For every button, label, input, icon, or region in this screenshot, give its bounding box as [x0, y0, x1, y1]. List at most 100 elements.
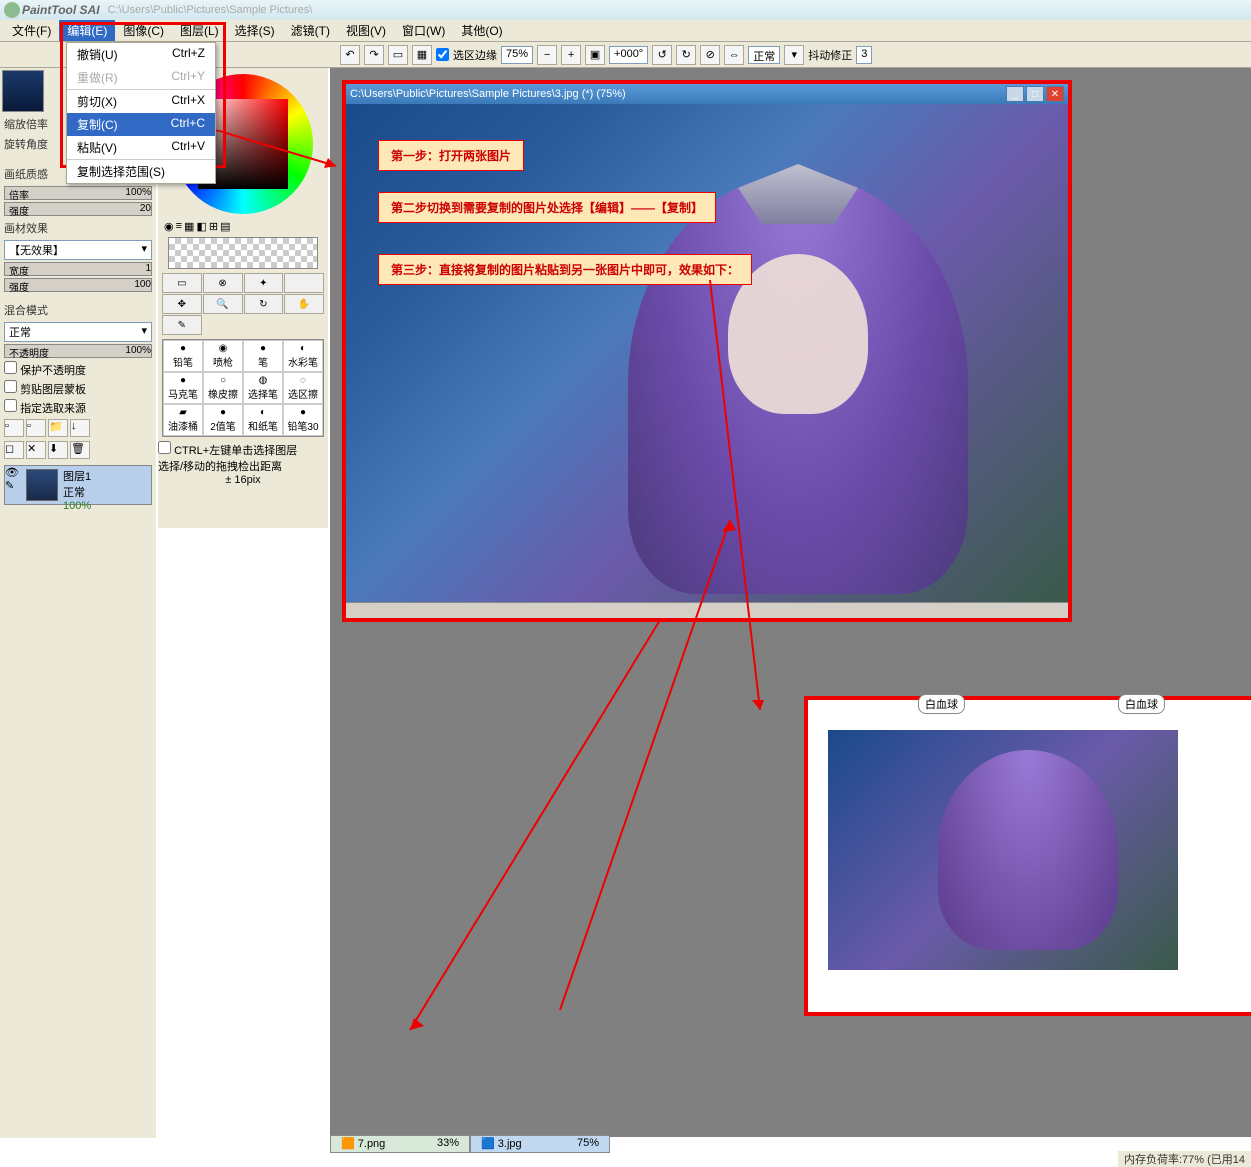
brush-pencil30[interactable]: ●铅笔30 [283, 404, 323, 436]
new-linework-button[interactable]: ▫ [26, 419, 46, 437]
blend-toggle-button[interactable]: ▾ [784, 45, 804, 65]
width-slider[interactable]: 宽度1 [4, 262, 152, 276]
brush-washi[interactable]: ◐和纸笔 [243, 404, 283, 436]
rotate-ccw-button[interactable]: ↺ [652, 45, 672, 65]
angle-field[interactable]: +000° [609, 46, 648, 64]
redo-button[interactable]: ↷ [364, 45, 384, 65]
swatch-area[interactable] [168, 237, 318, 269]
blank-tool [284, 273, 324, 293]
opacity-slider[interactable]: 不透明度100% [4, 344, 152, 358]
navigator-thumb[interactable] [2, 70, 44, 112]
flip-h-button[interactable]: ⇔ [724, 45, 744, 65]
scale-slider[interactable]: 倍率100% [4, 186, 152, 200]
brush-eraser[interactable]: ○橡皮擦 [203, 372, 243, 404]
minimize-button[interactable]: _ [1006, 86, 1024, 102]
hsv-icon[interactable]: ▦ [184, 220, 194, 233]
chevron-down-icon: ▾ [141, 242, 147, 258]
brush-watercolor[interactable]: ◐水彩笔 [283, 340, 323, 372]
title-path: C:\Users\Public\Pictures\Sample Pictures… [108, 4, 313, 16]
undo-button[interactable]: ↶ [340, 45, 360, 65]
brush-bucket[interactable]: ▰油漆桶 [163, 404, 203, 436]
clear-button[interactable]: ✕ [26, 441, 46, 459]
jitter-field[interactable]: 3 [856, 46, 872, 64]
deselect-button[interactable]: ▭ [388, 45, 408, 65]
strength2-slider[interactable]: 强度100 [4, 278, 152, 292]
rgb-icon[interactable]: ≡ [176, 220, 182, 233]
ctrl-click-checkbox[interactable]: CTRL+左键单击选择图层 [158, 441, 328, 458]
menu-view[interactable]: 视图(V) [338, 20, 394, 41]
mixer-icon[interactable]: ◧ [196, 220, 206, 233]
new-layer-button[interactable]: ▫ [4, 419, 24, 437]
tab-7png[interactable]: 🟧 7.png33% [330, 1135, 470, 1153]
strength-slider[interactable]: 强度20 [4, 202, 152, 216]
sel-edge-checkbox[interactable] [436, 48, 449, 61]
eye-icon[interactable]: 👁 [5, 466, 23, 479]
swatch-icon[interactable]: ⊞ [209, 220, 218, 233]
brush-binary[interactable]: ●2值笔 [203, 404, 243, 436]
brush-marker[interactable]: ●马克笔 [163, 372, 203, 404]
color-mode-icon[interactable]: ◉ [164, 220, 174, 233]
step-1-annotation: 第一步：打开两张图片 [378, 140, 524, 171]
menu-file[interactable]: 文件(F) [4, 20, 59, 41]
marquee-tool[interactable]: ▭ [162, 273, 202, 293]
picker-tool[interactable]: ✎ [162, 315, 202, 335]
delete-layer-button[interactable]: 🗑 [70, 441, 90, 459]
zoom-field[interactable]: 75% [501, 46, 533, 64]
maximize-button[interactable]: □ [1026, 86, 1044, 102]
menu-cut[interactable]: 剪切(X)Ctrl+X [67, 89, 215, 113]
brush-selpen[interactable]: ◍选择笔 [243, 372, 283, 404]
menu-undo[interactable]: 撤销(U)Ctrl+Z [67, 43, 215, 66]
title-bar: PaintTool SAI C:\Users\Public\Pictures\S… [0, 0, 1251, 20]
menu-image[interactable]: 图像(C) [115, 20, 172, 41]
brush-selerase[interactable]: ◌选区擦 [283, 372, 323, 404]
scratch-icon[interactable]: ▤ [220, 220, 230, 233]
new-folder-button[interactable]: 📁 [48, 419, 68, 437]
zoom-fit-button[interactable]: ▣ [585, 45, 605, 65]
invert-button[interactable]: ▦ [412, 45, 432, 65]
zoom-in-button[interactable]: + [561, 45, 581, 65]
move-tool[interactable]: ✥ [162, 294, 202, 314]
canvas-area: C:\Users\Public\Pictures\Sample Pictures… [330, 68, 1251, 1137]
tab-3jpg[interactable]: 🟦 3.jpg75% [470, 1135, 610, 1153]
origin-checkbox[interactable]: 指定选取来源 [0, 398, 156, 417]
layer-thumb [26, 469, 58, 501]
brush-airbrush[interactable]: ◉喷枪 [203, 340, 243, 372]
hand-tool[interactable]: ✋ [284, 294, 324, 314]
zoom-out-button[interactable]: − [537, 45, 557, 65]
close-button[interactable]: ✕ [1046, 86, 1064, 102]
doc-title-bar[interactable]: C:\Users\Public\Pictures\Sample Pictures… [346, 84, 1068, 104]
result-annotation: 白血球 白血球 [804, 696, 1251, 1016]
doc-title: C:\Users\Public\Pictures\Sample Pictures… [350, 88, 626, 100]
menu-window[interactable]: 窗口(W) [394, 20, 453, 41]
scrollbar-horizontal[interactable] [346, 602, 1068, 618]
menu-layer[interactable]: 图层(L) [172, 20, 227, 41]
pen-icon[interactable]: ✎ [5, 479, 23, 492]
zoom-tool[interactable]: 🔍 [203, 294, 243, 314]
blend-select[interactable]: 正常▾ [4, 322, 152, 342]
menu-copy[interactable]: 复制(C)Ctrl+C [67, 113, 215, 136]
menu-paste[interactable]: 粘贴(V)Ctrl+V [67, 136, 215, 159]
rotate-reset-button[interactable]: ⊘ [700, 45, 720, 65]
rotate-cw-button[interactable]: ↻ [676, 45, 696, 65]
blend-toolbar-field[interactable]: 正常 [748, 46, 780, 64]
menu-other[interactable]: 其他(O) [453, 20, 510, 41]
menu-copy-selection[interactable]: 复制选择范围(S) [67, 159, 215, 183]
mask-button[interactable]: ◻ [4, 441, 24, 459]
protect-checkbox[interactable]: 保护不透明度 [0, 360, 156, 379]
wand-tool[interactable]: ✦ [244, 273, 284, 293]
effect-select[interactable]: 【无效果】▾ [4, 240, 152, 260]
brush-pencil[interactable]: ●铅笔 [163, 340, 203, 372]
transfer-button[interactable]: ↓ [70, 419, 90, 437]
brush-brush[interactable]: ●笔 [243, 340, 283, 372]
jitter-label: 抖动修正 [808, 47, 852, 63]
layer-item[interactable]: 👁 ✎ 图层1 正常 100% [4, 465, 152, 505]
menu-redo[interactable]: 重做(R)Ctrl+Y [67, 66, 215, 89]
menu-filter[interactable]: 滤镜(T) [283, 20, 338, 41]
merge-button[interactable]: ⬇ [48, 441, 68, 459]
lasso-tool[interactable]: ⊗ [203, 273, 243, 293]
menu-select[interactable]: 选择(S) [227, 20, 283, 41]
menu-edit[interactable]: 编辑(E) [59, 20, 115, 41]
rotate-tool[interactable]: ↻ [244, 294, 284, 314]
clip-checkbox[interactable]: 剪贴图层蒙板 [0, 379, 156, 398]
canvas-content[interactable] [346, 104, 1068, 602]
